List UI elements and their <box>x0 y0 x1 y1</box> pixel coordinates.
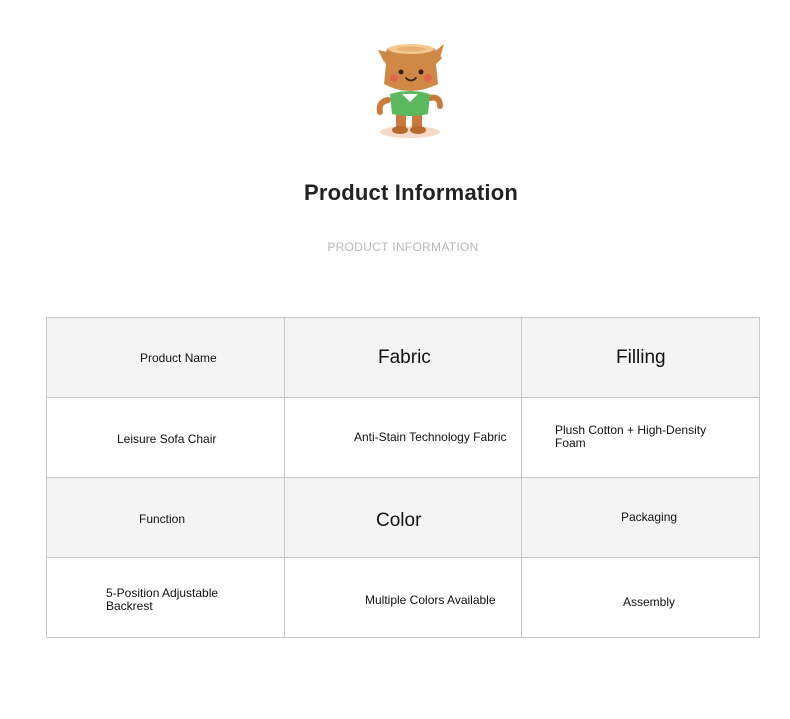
table-row: Product Name Fabric Filling <box>47 318 759 398</box>
table-cell: Anti-Stain Technology Fabric <box>285 398 522 477</box>
label-filling: Filling <box>616 347 666 368</box>
table-cell: 5-Position Adjustable Backrest <box>47 558 285 638</box>
value-product-name: Leisure Sofa Chair <box>117 432 217 446</box>
table-cell: Fabric <box>285 318 522 397</box>
value-color: Multiple Colors Available <box>365 593 496 607</box>
table-cell: Filling <box>522 318 759 397</box>
page-subtitle: PRODUCT INFORMATION <box>327 240 479 254</box>
table-row: Leisure Sofa Chair Anti-Stain Technology… <box>47 398 759 478</box>
value-function: 5-Position Adjustable Backrest <box>106 586 219 613</box>
label-function: Function <box>139 512 186 526</box>
label-fabric: Fabric <box>378 347 431 368</box>
table-cell: Product Name <box>47 318 285 397</box>
value-fabric: Anti-Stain Technology Fabric <box>354 430 507 444</box>
table-row: 5-Position Adjustable Backrest Multiple … <box>47 558 759 638</box>
table-cell: Leisure Sofa Chair <box>47 398 285 477</box>
label-packaging: Packaging <box>621 510 678 524</box>
table-cell: Assembly <box>522 558 759 638</box>
table-cell: Packaging <box>522 478 759 557</box>
value-packaging: Assembly <box>623 595 676 609</box>
table-cell: Multiple Colors Available <box>285 558 522 638</box>
page-title: Product Information <box>303 180 518 205</box>
label-product-name: Product Name <box>140 351 217 365</box>
value-filling: Plush Cotton + High-Density Foam <box>555 423 707 450</box>
table-cell: Plush Cotton + High-Density Foam <box>522 398 759 477</box>
tree-stump-mascot-icon <box>376 44 444 138</box>
table-cell: Color <box>285 478 522 557</box>
table-row: Function Color Packaging <box>47 478 759 558</box>
label-color: Color <box>376 510 422 531</box>
table-cell: Function <box>47 478 285 557</box>
product-info-table: Product Name Fabric Filling Leisure Sofa… <box>46 317 760 638</box>
